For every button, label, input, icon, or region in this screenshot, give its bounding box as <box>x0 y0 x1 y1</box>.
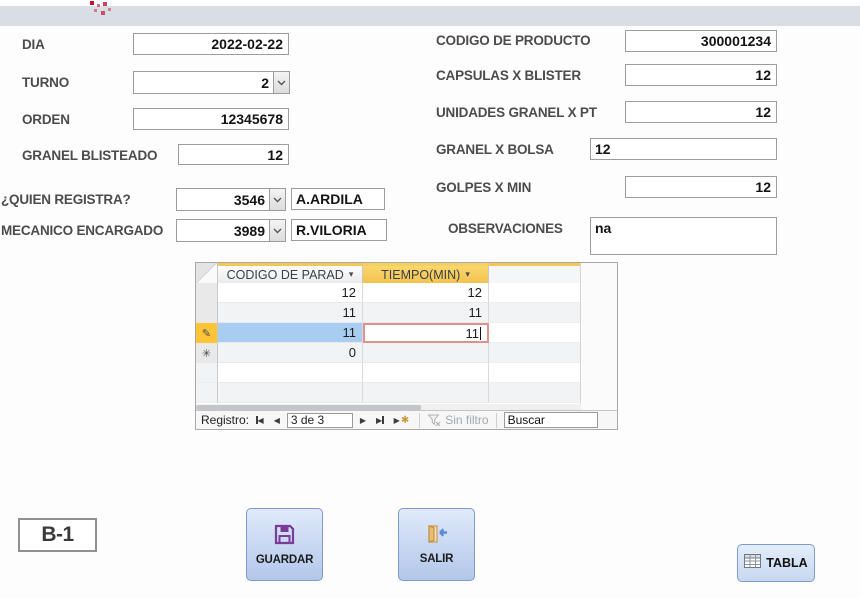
cell-tiempo-current[interactable]: 11 <box>363 323 489 343</box>
tabla-button[interactable]: TABLA <box>737 544 815 582</box>
machine-badge: B-1 <box>18 518 97 552</box>
paradas-datasheet: CODIGO DE PARAD ▾ TIEMPO(MIN) ▾ 12 12 11 1… <box>195 262 618 430</box>
record-label: Registro: <box>201 413 250 427</box>
column-header-codigo-parada[interactable]: CODIGO DE PARAD ▾ <box>218 263 363 283</box>
orden-label: ORDEN <box>22 112 70 127</box>
last-record-icon[interactable]: ▶ <box>373 413 387 428</box>
new-record-icon[interactable]: ▶ ✱ <box>391 413 413 428</box>
table-row-selected[interactable]: ✎ 11 11 <box>196 323 581 343</box>
guardar-button[interactable]: GUARDAR <box>246 508 323 581</box>
row-selector[interactable] <box>196 303 218 323</box>
window-top-band <box>0 6 860 26</box>
observaciones-field[interactable]: na <box>590 217 777 255</box>
access-form-window: DIA 2022-02-22 TURNO 2 ORDEN 12345678 GR… <box>0 0 860 598</box>
turno-combo[interactable]: 2 <box>133 71 290 94</box>
asterisk-icon[interactable]: ✳ <box>196 343 218 363</box>
cell-codigo[interactable]: 0 <box>218 343 363 363</box>
granel-bolsa-field[interactable]: 12 <box>590 138 777 160</box>
golpes-min-field[interactable]: 12 <box>625 176 777 198</box>
chevron-down-icon[interactable] <box>269 188 286 211</box>
codigo-producto-field[interactable]: 300001234 <box>625 30 777 52</box>
unidades-granel-label: UNIDADES GRANEL X PT <box>436 105 597 120</box>
table-icon <box>744 553 762 573</box>
dropdown-arrow-icon[interactable]: ▾ <box>465 269 470 280</box>
vertical-scrollbar[interactable] <box>580 263 617 410</box>
mecanico-encargado-name-field[interactable]: R.VILORIA <box>291 219 387 241</box>
quien-registra-label: ¿QUIEN REGISTRA? <box>1 192 131 207</box>
table-row-new[interactable]: ✳ 0 <box>196 343 581 363</box>
next-record-icon[interactable]: ▶ <box>357 413 369 428</box>
search-input[interactable] <box>503 412 598 428</box>
row-selector[interactable] <box>196 283 218 303</box>
quien-registra-name-field[interactable]: A.ARDILA <box>291 188 385 210</box>
exit-door-icon <box>425 524 449 549</box>
granel-blisteado-label: GRANEL BLISTEADO <box>22 148 158 163</box>
turno-label: TURNO <box>22 75 69 90</box>
select-all-icon[interactable] <box>196 263 218 283</box>
mecanico-encargado-label: MECANICO ENCARGADO <box>1 223 164 238</box>
table-row[interactable]: 12 12 <box>196 283 581 303</box>
granel-bolsa-label: GRANEL X BOLSA <box>436 142 554 157</box>
cell-tiempo[interactable] <box>363 343 489 363</box>
cell-codigo[interactable]: 12 <box>218 283 363 303</box>
datasheet-header-row: CODIGO DE PARAD ▾ TIEMPO(MIN) ▾ <box>196 263 581 283</box>
dia-field[interactable]: 2022-02-22 <box>133 33 289 55</box>
salir-button[interactable]: SALIR <box>398 508 475 581</box>
codigo-producto-label: CODIGO DE PRODUCTO <box>436 33 591 48</box>
filter-icon[interactable] <box>427 414 441 426</box>
table-row-empty <box>196 363 581 383</box>
first-record-icon[interactable]: ◀ <box>253 413 267 428</box>
pencil-icon[interactable]: ✎ <box>196 323 218 343</box>
cell-codigo[interactable]: 11 <box>218 303 363 323</box>
chevron-down-icon[interactable] <box>269 219 286 242</box>
cell-tiempo[interactable]: 11 <box>363 303 489 323</box>
turno-value[interactable]: 2 <box>133 71 273 94</box>
dia-label: DIA <box>22 37 45 52</box>
record-position[interactable]: 3 de 3 <box>286 412 353 428</box>
quien-registra-combo[interactable]: 3546 <box>176 188 286 211</box>
observaciones-label: OBSERVACIONES <box>448 221 563 236</box>
filter-status: Sin filtro <box>445 413 489 427</box>
granel-blisteado-field[interactable]: 12 <box>178 144 289 165</box>
quien-registra-code[interactable]: 3546 <box>176 188 269 211</box>
capsulas-blister-field[interactable]: 12 <box>625 64 777 86</box>
chevron-down-icon[interactable] <box>273 71 290 94</box>
cell-tiempo[interactable]: 12 <box>363 283 489 303</box>
mecanico-encargado-combo[interactable]: 3989 <box>176 219 286 242</box>
cell-codigo[interactable]: 11 <box>218 323 363 343</box>
save-icon <box>274 524 295 550</box>
column-header-tiempo-min[interactable]: TIEMPO(MIN) ▾ <box>363 263 489 283</box>
text-cursor <box>480 326 481 340</box>
orden-field[interactable]: 12345678 <box>133 108 289 130</box>
prev-record-icon[interactable]: ◀ <box>271 413 283 428</box>
table-row-empty <box>196 383 581 403</box>
record-navigator: Registro: ◀ ◀ 3 de 3 ▶ ▶ ▶ ✱ Sin filtro <box>196 410 617 429</box>
dropdown-arrow-icon[interactable]: ▾ <box>349 269 354 280</box>
golpes-min-label: GOLPES X MIN <box>436 180 532 195</box>
mecanico-encargado-code[interactable]: 3989 <box>176 219 269 242</box>
unidades-granel-field[interactable]: 12 <box>625 101 777 123</box>
capsulas-blister-label: CAPSULAS X BLISTER <box>436 68 581 83</box>
table-row[interactable]: 11 11 <box>196 303 581 323</box>
